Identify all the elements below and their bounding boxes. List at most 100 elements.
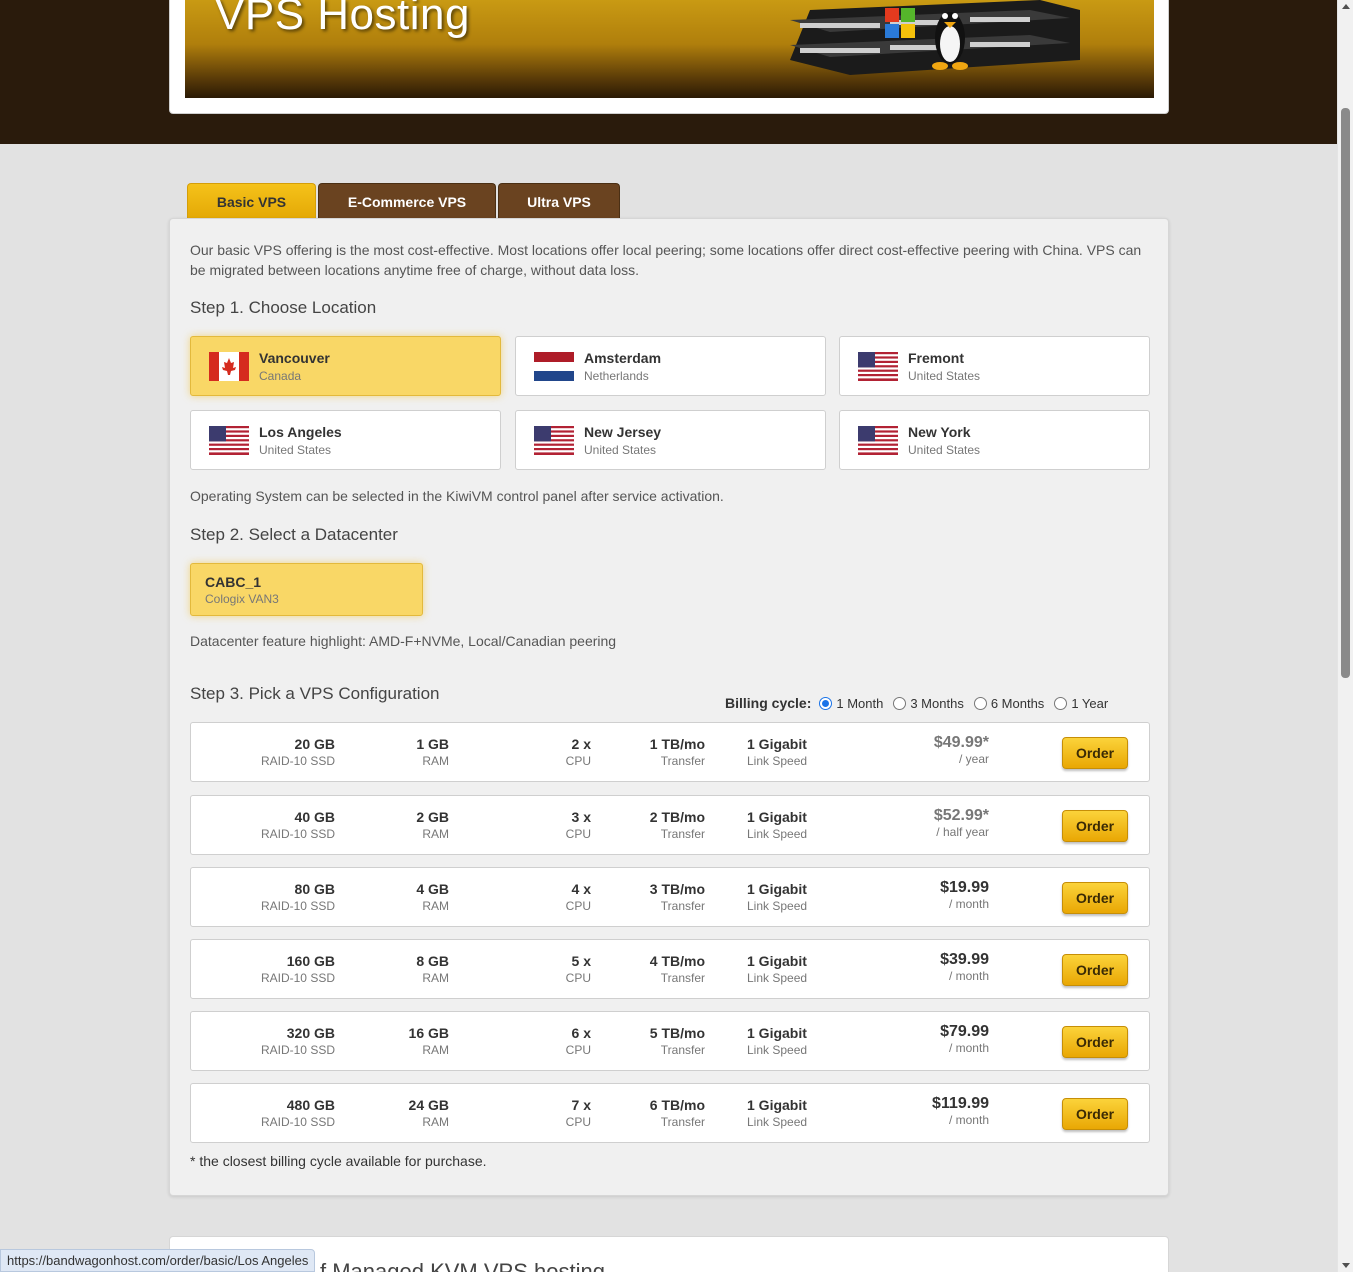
billing-option-label: 1 Year: [1071, 695, 1109, 711]
location-name: New York: [908, 424, 971, 440]
location-name: Los Angeles: [259, 424, 342, 440]
plan-ram: 8 GB RAM: [416, 953, 449, 985]
banner-title: VPS Hosting: [215, 0, 470, 39]
billing-option-label: 6 Months: [990, 695, 1045, 711]
plan-link-speed: 1 Gigabit Link Speed: [747, 736, 808, 768]
order-button[interactable]: Order: [1062, 737, 1128, 769]
scroll-thumb[interactable]: [1341, 108, 1350, 678]
order-panel: Our basic VPS offering is the most cost-…: [169, 218, 1169, 1196]
plan-row: 160 GB RAID-10 SSD 8 GB RAM 5 x CPU 4 TB/mo…: [190, 939, 1150, 999]
product-tabs: Basic VPS E-Commerce VPS Ultra VPS: [187, 183, 620, 218]
plan-transfer: 5 TB/mo Transfer: [649, 1025, 705, 1057]
plan-link-speed: 1 Gigabit Link Speed: [747, 881, 808, 913]
plan-link-speed: 1 Gigabit Link Speed: [747, 809, 808, 841]
location-name: New Jersey: [584, 424, 662, 440]
radio-button[interactable]: [1054, 696, 1068, 710]
page-scrollbar[interactable]: [1337, 0, 1353, 1272]
plan-link-speed: 1 Gigabit Link Speed: [747, 1097, 808, 1129]
server-rack-illustration: [790, 0, 1080, 75]
tab-ultra-vps[interactable]: Ultra VPS: [498, 183, 620, 218]
netherlands-flag-icon: [534, 352, 574, 381]
plan-cpu: 7 x CPU: [565, 1097, 591, 1129]
order-button[interactable]: Order: [1062, 954, 1128, 986]
location-fremont[interactable]: Fremont United States: [839, 336, 1150, 396]
plan-row: 40 GB RAID-10 SSD 2 GB RAM 3 x CPU 2 TB/mo T…: [190, 795, 1150, 855]
plan-transfer: 4 TB/mo Transfer: [649, 953, 705, 985]
billing-option-6-months[interactable]: 6 Months: [973, 695, 1045, 711]
next-section-title: f Managed KVM VPS hosting: [320, 1259, 605, 1272]
scroll-down-arrow-icon[interactable]: [1342, 1263, 1350, 1268]
datacenter-facility: Cologix VAN3: [205, 592, 279, 606]
datacenter-name: CABC_1: [205, 574, 262, 590]
location-country: Netherlands: [584, 369, 649, 383]
link-status-bar: https://bandwagonhost.com/order/basic/Lo…: [0, 1249, 316, 1272]
billing-option-1-month[interactable]: 1 Month: [819, 696, 883, 711]
plan-disk: 480 GB RAID-10 SSD: [260, 1097, 335, 1129]
plan-price: $19.99/ month: [940, 879, 989, 911]
plan-cpu: 6 x CPU: [565, 1025, 591, 1057]
location-los-angeles[interactable]: Los Angeles United States: [190, 410, 501, 470]
plan-ram: 24 GB RAM: [408, 1097, 449, 1129]
plan-price: $119.99/ month: [932, 1095, 989, 1127]
location-country: United States: [908, 369, 981, 383]
billing-cycle-selector: Billing cycle: 1 Month 3 Months 6 Months…: [725, 695, 1118, 711]
plan-transfer: 3 TB/mo Transfer: [649, 881, 705, 913]
location-country: Canada: [259, 369, 302, 383]
billing-option-label: 1 Month: [836, 695, 884, 711]
location-name: Fremont: [908, 350, 964, 366]
tab-ecommerce-vps[interactable]: E-Commerce VPS: [318, 183, 496, 218]
os-note: Operating System can be selected in the …: [190, 488, 724, 504]
intro-text: Our basic VPS offering is the most cost-…: [190, 242, 1142, 278]
header-band: VPS Hosting: [0, 0, 1337, 144]
plan-disk: 320 GB RAID-10 SSD: [260, 1025, 335, 1057]
plan-disk: 20 GB RAID-10 SSD: [260, 736, 335, 768]
plan-disk: 40 GB RAID-10 SSD: [260, 809, 335, 841]
banner-frame: VPS Hosting: [169, 0, 1169, 114]
plan-disk: 160 GB RAID-10 SSD: [260, 953, 335, 985]
billing-option-3-months[interactable]: 3 Months: [893, 695, 964, 711]
plan-link-speed: 1 Gigabit Link Speed: [747, 953, 808, 985]
radio-button[interactable]: [819, 696, 833, 710]
plan-row: 480 GB RAID-10 SSD 24 GB RAM 7 x CPU 6 TB/m…: [190, 1083, 1150, 1143]
banner: VPS Hosting: [185, 0, 1154, 98]
location-name: Amsterdam: [584, 350, 662, 366]
order-button[interactable]: Order: [1062, 810, 1128, 842]
plan-row: 20 GB RAID-10 SSD 1 GB RAM 2 x CPU 1 TB/mo T…: [190, 722, 1150, 782]
radio-button[interactable]: [893, 696, 907, 710]
step1-heading: Step 1. Choose Location: [190, 298, 377, 317]
plan-price: $79.99/ month: [940, 1023, 989, 1055]
plan-cpu: 2 x CPU: [565, 736, 591, 768]
billing-option-1-year[interactable]: 1 Year: [1054, 696, 1108, 711]
plan-price: $39.99/ month: [940, 951, 989, 983]
step2-heading: Step 2. Select a Datacenter: [190, 525, 398, 544]
location-name: Vancouver: [259, 350, 330, 366]
billing-cycle-label: Billing cycle:: [725, 695, 812, 711]
plan-row: 320 GB RAID-10 SSD 16 GB RAM 6 x CPU 5 TB/m…: [190, 1011, 1150, 1071]
step3-heading: Step 3. Pick a VPS Configuration: [190, 684, 440, 703]
location-new-york[interactable]: New York United States: [839, 410, 1150, 470]
location-amsterdam[interactable]: Amsterdam Netherlands: [515, 336, 826, 396]
order-button[interactable]: Order: [1062, 1026, 1128, 1058]
next-section-panel: f Managed KVM VPS hosting: [169, 1236, 1169, 1272]
plan-row: 80 GB RAID-10 SSD 4 GB RAM 4 x CPU 3 TB/mo T…: [190, 867, 1150, 927]
us-flag-icon: [209, 426, 249, 455]
order-button[interactable]: Order: [1062, 1098, 1128, 1130]
location-new-jersey[interactable]: New Jersey United States: [515, 410, 826, 470]
radio-button[interactable]: [973, 696, 987, 710]
plan-ram: 16 GB RAM: [408, 1025, 449, 1057]
plan-cpu: 5 x CPU: [565, 953, 591, 985]
plan-ram: 2 GB RAM: [416, 809, 449, 841]
canada-flag-icon: [209, 352, 249, 381]
us-flag-icon: [534, 426, 574, 455]
plan-price: $52.99* / half year: [933, 807, 989, 839]
tab-basic-vps[interactable]: Basic VPS: [187, 183, 316, 218]
datacenter-highlight: Datacenter feature highlight: AMD-F+NVMe…: [190, 633, 617, 649]
location-country: United States: [259, 443, 332, 457]
location-vancouver[interactable]: Vancouver Canada: [190, 336, 501, 396]
datacenter-cabc-1[interactable]: CABC_1 Cologix VAN3: [190, 563, 423, 616]
billing-option-label: 3 Months: [910, 695, 964, 711]
scroll-up-arrow-icon[interactable]: [1342, 4, 1350, 9]
us-flag-icon: [858, 426, 898, 455]
order-button[interactable]: Order: [1062, 882, 1128, 914]
plan-disk: 80 GB RAID-10 SSD: [260, 881, 335, 913]
